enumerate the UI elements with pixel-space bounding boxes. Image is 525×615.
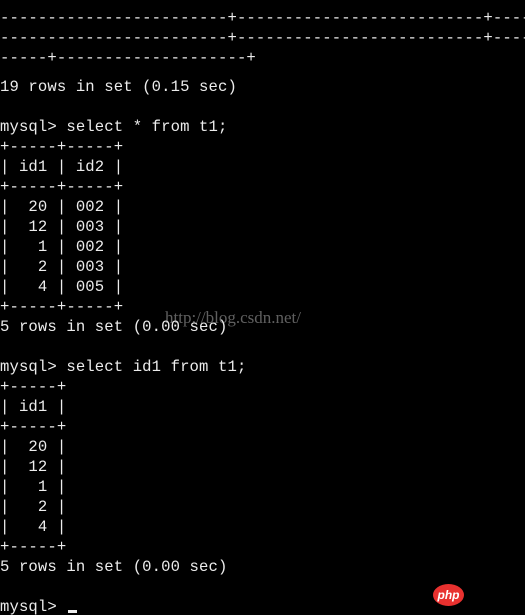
table-row: | 12 | 003 | (0, 218, 124, 236)
watermark-text: http://blog.csdn.net/ (165, 308, 301, 327)
terminal-line: -----+--------------------+ (0, 49, 256, 67)
terminal-line: ----------------------------------------… (0, 0, 525, 8)
table-row: | 2 | (0, 498, 67, 516)
text-cursor (68, 610, 77, 613)
table-row: | 20 | 002 | (0, 198, 124, 216)
terminal-window[interactable]: ----------------------------------------… (0, 0, 525, 615)
table-header: | id1 | id2 | (0, 158, 124, 176)
query-summary: 19 rows in set (0.15 sec) (0, 78, 237, 96)
terminal-line: ------------------------+---------------… (0, 29, 525, 47)
table-border: +-----+-----+ (0, 178, 124, 196)
table-row: | 2 | 003 | (0, 258, 124, 276)
table-row: | 20 | (0, 438, 67, 456)
query-summary: 5 rows in set (0.00 sec) (0, 558, 228, 576)
terminal-line: ------------------------+---------------… (0, 9, 525, 27)
table-row: | 1 | 002 | (0, 238, 124, 256)
table-border: +-----+-----+ (0, 298, 124, 316)
table-row: | 12 | (0, 458, 67, 476)
table-border: +-----+ (0, 538, 67, 556)
table-border: +-----+ (0, 378, 67, 396)
table-header: | id1 | (0, 398, 67, 416)
mysql-prompt[interactable]: mysql> (0, 597, 66, 615)
table-row: | 1 | (0, 478, 67, 496)
table-border: +-----+-----+ (0, 138, 124, 156)
table-row: | 4 | 005 | (0, 278, 124, 296)
mysql-command: mysql> select id1 from t1; (0, 358, 247, 376)
mysql-command: mysql> select * from t1; (0, 118, 228, 136)
table-row: | 4 | (0, 518, 67, 536)
table-border: +-----+ (0, 418, 67, 436)
php-logo-icon: php (433, 584, 464, 606)
